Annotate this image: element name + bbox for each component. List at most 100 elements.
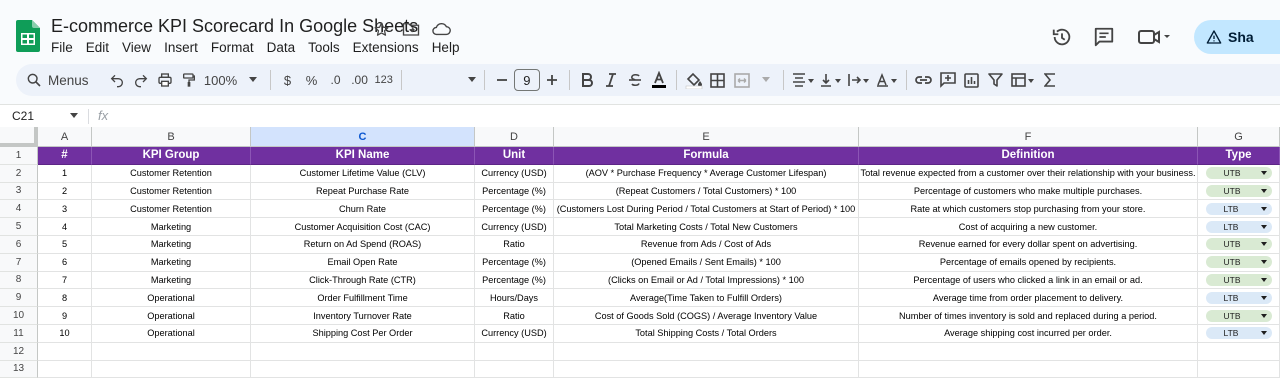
col-number-cell[interactable]: 4 xyxy=(38,218,92,236)
col-definition-cell[interactable]: Total revenue expected from a customer o… xyxy=(859,164,1198,183)
functions-icon[interactable] xyxy=(1038,66,1062,94)
col-unit-cell[interactable]: Ratio xyxy=(475,307,554,325)
col-kpi-name-cell[interactable]: Customer Lifetime Value (CLV) xyxy=(251,164,475,183)
zoom-dropdown-icon[interactable] xyxy=(241,66,265,94)
formula-input[interactable] xyxy=(124,108,1264,124)
col-kpi-group-cell[interactable]: Marketing xyxy=(92,218,251,236)
filter-icon[interactable] xyxy=(984,66,1008,94)
col-formula-cell[interactable]: Total Marketing Costs / Total New Custom… xyxy=(554,218,859,236)
type-dropdown-chip[interactable]: UTB xyxy=(1205,273,1272,286)
col-formula-cell[interactable]: Cost of Goods Sold (COGS) / Average Inve… xyxy=(554,307,859,325)
col-kpi-group-cell[interactable]: Customer Retention xyxy=(92,200,251,219)
table-header-cell[interactable]: Formula xyxy=(554,147,859,165)
empty-cell[interactable] xyxy=(554,360,859,378)
menu-help[interactable]: Help xyxy=(432,40,466,55)
meet-icon[interactable] xyxy=(1132,21,1176,53)
menu-insert[interactable]: Insert xyxy=(164,40,204,55)
redo-icon[interactable] xyxy=(129,66,153,94)
type-dropdown-chip[interactable]: UTB xyxy=(1205,167,1272,180)
type-dropdown-chip[interactable]: LTB xyxy=(1205,291,1272,304)
print-icon[interactable] xyxy=(153,66,177,94)
table-header-cell[interactable]: KPI Name xyxy=(251,147,475,165)
undo-icon[interactable] xyxy=(105,66,129,94)
empty-cell[interactable] xyxy=(475,342,554,361)
col-number-cell[interactable]: 10 xyxy=(38,325,92,343)
col-unit-cell[interactable]: Currency (USD) xyxy=(475,218,554,236)
decrease-font-size-button[interactable] xyxy=(490,66,514,94)
type-dropdown-chip[interactable]: LTB xyxy=(1205,327,1272,340)
name-box-dropdown-icon[interactable] xyxy=(70,113,78,119)
percent-format-button[interactable]: % xyxy=(300,66,324,94)
col-number-cell[interactable]: 5 xyxy=(38,236,92,254)
row-header[interactable]: 7 xyxy=(0,253,38,272)
col-kpi-group-cell[interactable]: Customer Retention xyxy=(92,164,251,183)
col-number-cell[interactable]: 6 xyxy=(38,253,92,272)
empty-cell[interactable] xyxy=(475,360,554,378)
col-kpi-group-cell[interactable]: Customer Retention xyxy=(92,182,251,201)
col-definition-cell[interactable]: Percentage of emails opened by recipient… xyxy=(859,253,1198,272)
column-header-f[interactable]: F xyxy=(859,127,1198,147)
text-rotation-icon[interactable] xyxy=(873,66,901,94)
type-dropdown-chip[interactable]: UTB xyxy=(1205,309,1272,322)
col-kpi-group-cell[interactable]: Marketing xyxy=(92,253,251,272)
empty-cell[interactable] xyxy=(859,342,1198,361)
column-header-d[interactable]: D xyxy=(475,127,554,147)
empty-cell[interactable] xyxy=(38,360,92,378)
empty-cell[interactable] xyxy=(251,342,475,361)
col-number-cell[interactable]: 3 xyxy=(38,200,92,219)
sheets-logo-icon[interactable] xyxy=(16,20,40,52)
type-dropdown-chip[interactable]: UTB xyxy=(1205,256,1272,269)
col-unit-cell[interactable]: Percentage (%) xyxy=(475,271,554,290)
table-header-cell[interactable]: Definition xyxy=(859,147,1198,165)
col-unit-cell[interactable]: Currency (USD) xyxy=(475,325,554,343)
type-dropdown-chip[interactable]: LTB xyxy=(1205,202,1272,215)
row-header[interactable]: 10 xyxy=(0,307,38,325)
col-kpi-name-cell[interactable]: Email Open Rate xyxy=(251,253,475,272)
col-kpi-group-cell[interactable]: Operational xyxy=(92,289,251,308)
font-size-input[interactable]: 9 xyxy=(513,69,540,91)
type-dropdown-chip[interactable]: LTB xyxy=(1205,220,1272,233)
menu-view[interactable]: View xyxy=(122,40,157,55)
empty-cell[interactable] xyxy=(251,360,475,378)
empty-cell[interactable] xyxy=(1198,342,1280,361)
row-header[interactable]: 3 xyxy=(0,182,38,201)
col-kpi-name-cell[interactable]: Shipping Cost Per Order xyxy=(251,325,475,343)
col-definition-cell[interactable]: Percentage of users who clicked a link i… xyxy=(859,271,1198,290)
col-kpi-name-cell[interactable]: Click-Through Rate (CTR) xyxy=(251,271,475,290)
row-header[interactable]: 13 xyxy=(0,360,38,378)
col-kpi-group-cell[interactable]: Marketing xyxy=(92,271,251,290)
insert-chart-icon[interactable] xyxy=(960,66,984,94)
col-type-cell[interactable]: UTB xyxy=(1198,164,1280,183)
increase-decimal-button[interactable]: .00 xyxy=(348,66,372,94)
col-number-cell[interactable]: 2 xyxy=(38,182,92,201)
col-unit-cell[interactable]: Currency (USD) xyxy=(475,164,554,183)
col-formula-cell[interactable]: (Opened Emails / Sent Emails) * 100 xyxy=(554,253,859,272)
more-formats-button[interactable]: 123 xyxy=(372,66,396,94)
merge-cells-icon[interactable] xyxy=(730,66,754,94)
col-kpi-name-cell[interactable]: Repeat Purchase Rate xyxy=(251,182,475,201)
col-type-cell[interactable]: LTB xyxy=(1198,325,1280,343)
col-type-cell[interactable]: UTB xyxy=(1198,271,1280,290)
col-type-cell[interactable]: LTB xyxy=(1198,218,1280,236)
menu-edit[interactable]: Edit xyxy=(86,40,115,55)
filter-views-icon[interactable] xyxy=(1008,66,1038,94)
select-all-corner[interactable] xyxy=(0,127,38,147)
row-header[interactable]: 2 xyxy=(0,164,38,183)
table-header-cell[interactable]: # xyxy=(38,147,92,165)
table-header-cell[interactable]: Type xyxy=(1198,147,1280,165)
col-formula-cell[interactable]: (Repeat Customers / Total Customers) * 1… xyxy=(554,182,859,201)
empty-cell[interactable] xyxy=(1198,360,1280,378)
col-type-cell[interactable]: UTB xyxy=(1198,253,1280,272)
borders-icon[interactable] xyxy=(706,66,730,94)
insert-comment-icon[interactable] xyxy=(936,66,960,94)
col-type-cell[interactable]: UTB xyxy=(1198,236,1280,254)
col-kpi-group-cell[interactable]: Marketing xyxy=(92,236,251,254)
strikethrough-icon[interactable] xyxy=(623,66,647,94)
col-unit-cell[interactable]: Percentage (%) xyxy=(475,200,554,219)
empty-cell[interactable] xyxy=(92,360,251,378)
menu-format[interactable]: Format xyxy=(211,40,260,55)
col-unit-cell[interactable]: Percentage (%) xyxy=(475,182,554,201)
col-kpi-group-cell[interactable]: Operational xyxy=(92,325,251,343)
row-header[interactable]: 5 xyxy=(0,218,38,236)
cloud-status-icon[interactable] xyxy=(431,19,451,39)
